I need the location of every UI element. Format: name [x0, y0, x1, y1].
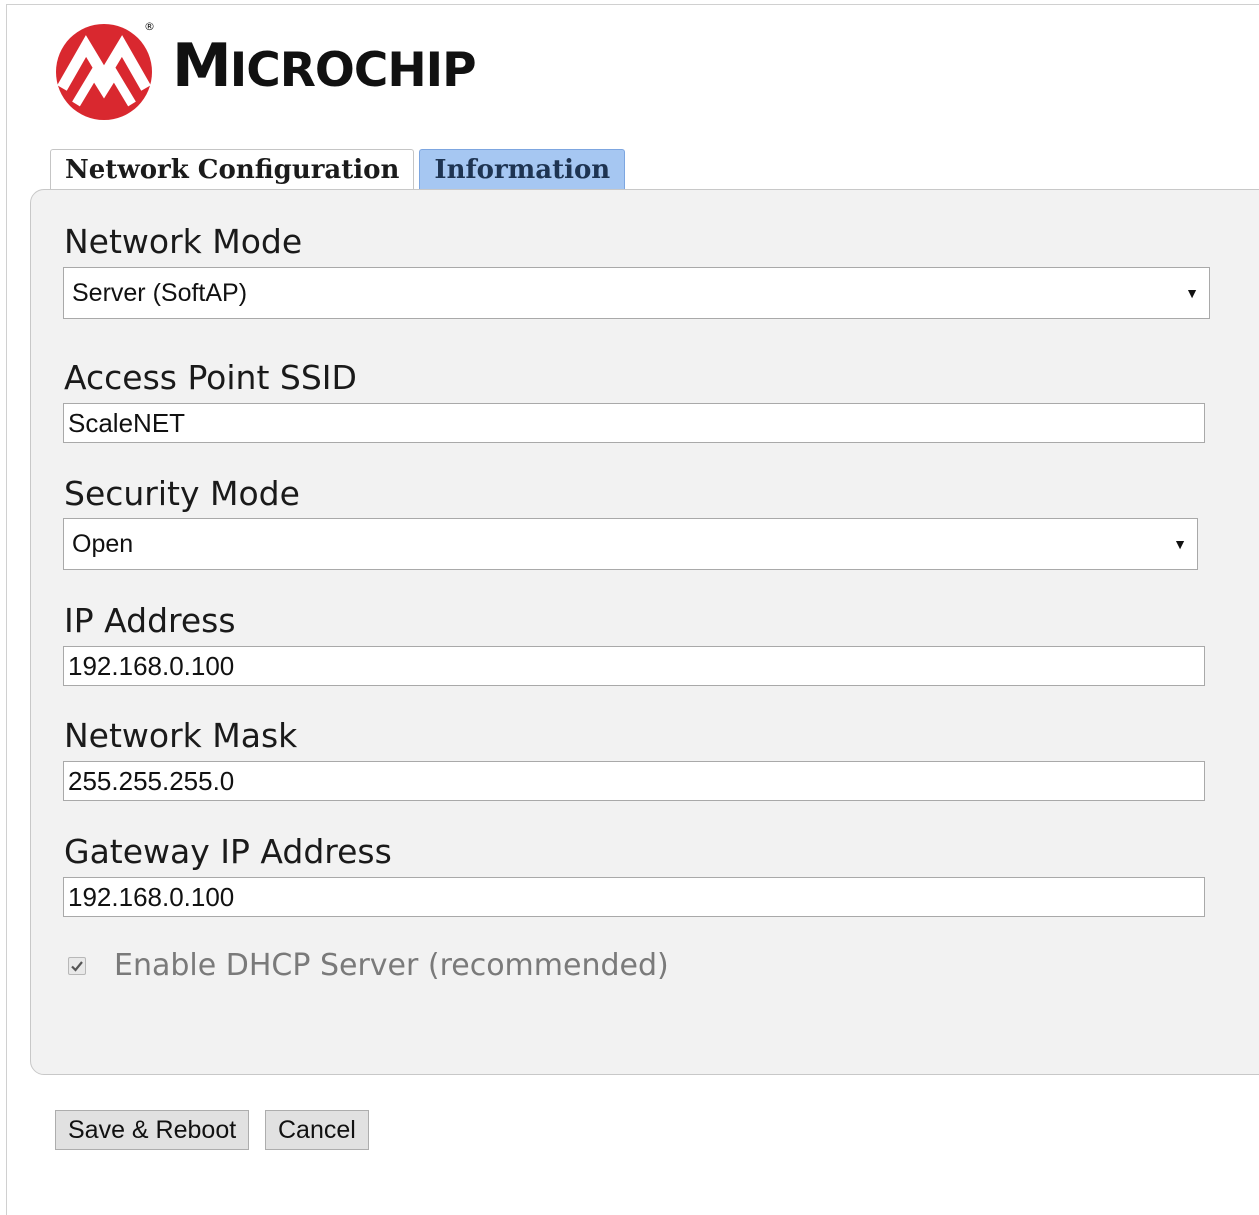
security-mode-select[interactable]: Open ▼ — [63, 518, 1198, 570]
microchip-logo-icon: ® — [56, 20, 155, 120]
dhcp-label: Enable DHCP Server (recommended) — [114, 948, 669, 983]
cancel-button[interactable]: Cancel — [265, 1110, 369, 1150]
check-icon — [71, 960, 83, 972]
gateway-input[interactable] — [63, 877, 1205, 917]
network-mode-value: Server (SoftAP) — [72, 279, 248, 307]
security-mode-label: Security Mode — [64, 474, 300, 513]
network-mask-label: Network Mask — [64, 716, 298, 755]
tab-information[interactable]: Information — [419, 149, 626, 189]
chevron-down-icon: ▼ — [1173, 536, 1187, 552]
gateway-label: Gateway IP Address — [64, 832, 392, 871]
ip-address-label: IP Address — [64, 601, 236, 640]
ssid-input[interactable] — [63, 403, 1205, 443]
chevron-down-icon: ▼ — [1185, 285, 1199, 301]
ip-address-input[interactable] — [63, 646, 1205, 686]
tab-bar: Network Configuration Information — [50, 149, 626, 189]
dhcp-checkbox[interactable] — [68, 956, 86, 975]
network-mask-input[interactable] — [63, 761, 1205, 801]
dhcp-option: Enable DHCP Server (recommended) — [68, 948, 669, 983]
network-mode-label: Network Mode — [64, 222, 303, 261]
logo-wordmark: MICROCHIP — [172, 31, 477, 101]
microchip-logo: ® MICROCHIP — [52, 18, 477, 122]
tab-network-configuration[interactable]: Network Configuration — [50, 149, 415, 189]
ssid-label: Access Point SSID — [64, 358, 357, 397]
svg-text:®: ® — [144, 20, 155, 33]
security-mode-value: Open — [72, 530, 134, 558]
save-reboot-button[interactable]: Save & Reboot — [55, 1110, 250, 1150]
network-mode-select[interactable]: Server (SoftAP) ▼ — [63, 267, 1210, 319]
